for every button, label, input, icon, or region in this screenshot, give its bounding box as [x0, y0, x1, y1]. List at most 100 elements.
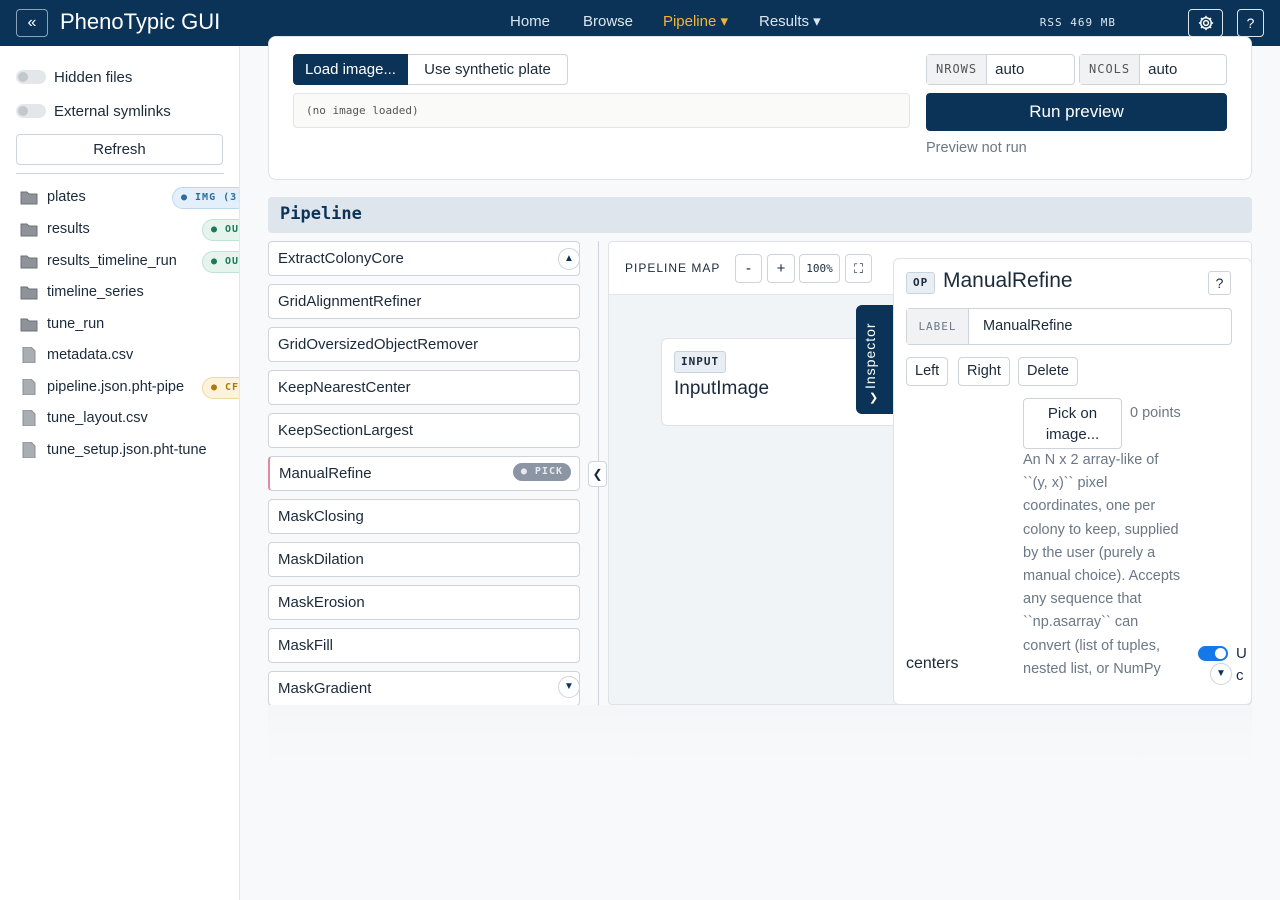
nrows-input[interactable]: NROWS auto	[926, 54, 1075, 85]
file-icon	[22, 379, 36, 395]
toggle-label: External symlinks	[54, 102, 171, 120]
out-badge: ● OUT	[202, 251, 239, 273]
file-name: results	[47, 221, 90, 237]
param-description: An N x 2 array-like of ``(y, x)`` pixel …	[1023, 452, 1181, 677]
ncols-value[interactable]: auto	[1140, 55, 1177, 84]
label-field-key: LABEL	[907, 309, 969, 344]
file-icon	[22, 410, 36, 426]
inspector-panel: OP ManualRefine ? LABEL ManualRefine Lef…	[893, 258, 1252, 705]
file-browser-sidebar: Hidden files External symlinks Refresh p…	[0, 46, 240, 900]
fit-view-icon[interactable]: ⛶	[845, 254, 872, 283]
file-row-metadata-csv[interactable]: metadata.csv	[20, 344, 133, 366]
toggle-text-line-2: c	[1236, 667, 1244, 684]
file-name: tune_layout.csv	[47, 410, 148, 426]
pick-badge: ● PICK	[512, 463, 571, 481]
load-image-button[interactable]: Load image...	[293, 54, 408, 85]
inspector-tab-label: Inspector	[862, 322, 878, 389]
file-row-pipeline-json[interactable]: pipeline.json.pht-pipe	[20, 376, 184, 398]
chevron-right-icon: ❯	[869, 392, 879, 404]
toggle-switch[interactable]	[16, 104, 46, 118]
op-item[interactable]: KeepNearestCenter	[268, 370, 580, 405]
gear-icon	[1198, 15, 1213, 31]
file-name: results_timeline_run	[47, 253, 177, 269]
scroll-down-icon[interactable]: ▼	[558, 676, 580, 698]
pipeline-header: Pipeline	[268, 197, 1252, 233]
refresh-button[interactable]: Refresh	[16, 134, 223, 165]
node-name: InputImage	[674, 378, 770, 399]
file-name: pipeline.json.pht-pipe	[47, 379, 185, 395]
folder-icon	[20, 318, 38, 332]
pick-on-image-button[interactable]: Pick on image...	[1023, 398, 1122, 449]
out-badge: ● OUT	[202, 219, 239, 241]
param-toggle-text: Uc	[1236, 643, 1247, 687]
file-name: timeline_series	[47, 284, 144, 300]
folder-icon	[20, 286, 38, 300]
toggle-switch[interactable]	[16, 70, 46, 84]
divider	[16, 173, 224, 174]
points-count: 0 points	[1130, 405, 1181, 421]
param-name: centers	[906, 655, 959, 672]
op-badge: OP	[906, 272, 936, 294]
delete-button[interactable]: Delete	[1018, 357, 1078, 386]
op-item[interactable]: MaskDilation	[268, 542, 580, 577]
op-item[interactable]: MaskGradient	[268, 671, 580, 706]
op-item[interactable]: ExtractColonyCore	[268, 241, 580, 276]
scroll-up-icon[interactable]: ▲	[558, 248, 580, 270]
file-name: tune_setup.json.pht-tune	[47, 442, 207, 458]
ncols-input[interactable]: NCOLS auto	[1079, 54, 1227, 85]
img-badge: ● IMG (3)	[172, 187, 239, 209]
inspector-help-button[interactable]: ?	[1208, 271, 1231, 295]
hidden-files-toggle[interactable]: Hidden files	[16, 67, 132, 87]
op-item[interactable]: GridOversizedObjectRemover	[268, 327, 580, 362]
inspector-title: ManualRefine	[943, 269, 1073, 292]
settings-button[interactable]	[1188, 9, 1223, 37]
file-icon	[22, 347, 36, 363]
file-row-tune-setup-json[interactable]: tune_setup.json.pht-tune	[20, 439, 207, 461]
op-label: ManualRefine	[279, 465, 372, 482]
inspector-tab[interactable]: Inspector ❯	[856, 305, 893, 414]
op-item[interactable]: MaskFill	[268, 628, 580, 663]
external-symlinks-toggle[interactable]: External symlinks	[16, 101, 171, 121]
file-name: plates	[47, 189, 86, 205]
ncols-label: NCOLS	[1080, 55, 1141, 84]
op-item[interactable]: GridAlignmentRefiner	[268, 284, 580, 319]
param-toggle[interactable]	[1198, 646, 1228, 661]
op-item-active[interactable]: ManualRefine ● PICK	[268, 456, 580, 491]
file-icon	[22, 442, 36, 458]
help-button[interactable]: ?	[1237, 9, 1264, 37]
file-row-results-timeline-run[interactable]: results_timeline_run	[20, 250, 177, 272]
op-item[interactable]: KeepSectionLargest	[268, 413, 580, 448]
node-type-badge: INPUT	[674, 351, 727, 373]
synthetic-plate-button[interactable]: Use synthetic plate	[408, 54, 568, 85]
image-status: (no image loaded)	[293, 93, 910, 128]
memory-readout: RSS 469 MB	[1039, 16, 1116, 29]
zoom-level[interactable]: 100%	[799, 254, 840, 283]
collapse-sidebar-button[interactable]: «	[16, 9, 48, 37]
file-row-tune-run[interactable]: tune_run	[20, 313, 104, 335]
folder-icon	[20, 223, 38, 237]
label-field[interactable]: LABEL ManualRefine	[906, 308, 1232, 345]
scroll-down-icon[interactable]: ▼	[1210, 663, 1232, 685]
cfg-badge: ● CFG	[202, 377, 239, 399]
folder-icon	[20, 255, 38, 269]
preview-status: Preview not run	[926, 140, 1027, 156]
zoom-out-button[interactable]: -	[735, 254, 762, 283]
run-preview-button[interactable]: Run preview	[926, 93, 1227, 131]
file-row-timeline-series[interactable]: timeline_series	[20, 281, 144, 303]
file-name: tune_run	[47, 316, 105, 332]
zoom-in-button[interactable]: +	[767, 254, 795, 283]
file-row-results[interactable]: results	[20, 218, 90, 240]
app-title: PhenoTypic GUI	[60, 9, 221, 34]
move-left-button[interactable]: Left	[906, 357, 949, 386]
nrows-value[interactable]: auto	[987, 55, 1024, 84]
label-field-value[interactable]: ManualRefine	[969, 309, 1072, 344]
panel-shadow	[268, 705, 1252, 765]
toggle-label: Hidden files	[54, 68, 133, 86]
folder-icon	[20, 191, 38, 205]
move-right-button[interactable]: Right	[958, 357, 1010, 386]
collapse-list-button[interactable]: ❮	[588, 461, 607, 487]
file-row-tune-layout-csv[interactable]: tune_layout.csv	[20, 407, 148, 429]
op-item[interactable]: MaskClosing	[268, 499, 580, 534]
op-item[interactable]: MaskErosion	[268, 585, 580, 620]
file-row-plates[interactable]: plates	[20, 186, 86, 208]
